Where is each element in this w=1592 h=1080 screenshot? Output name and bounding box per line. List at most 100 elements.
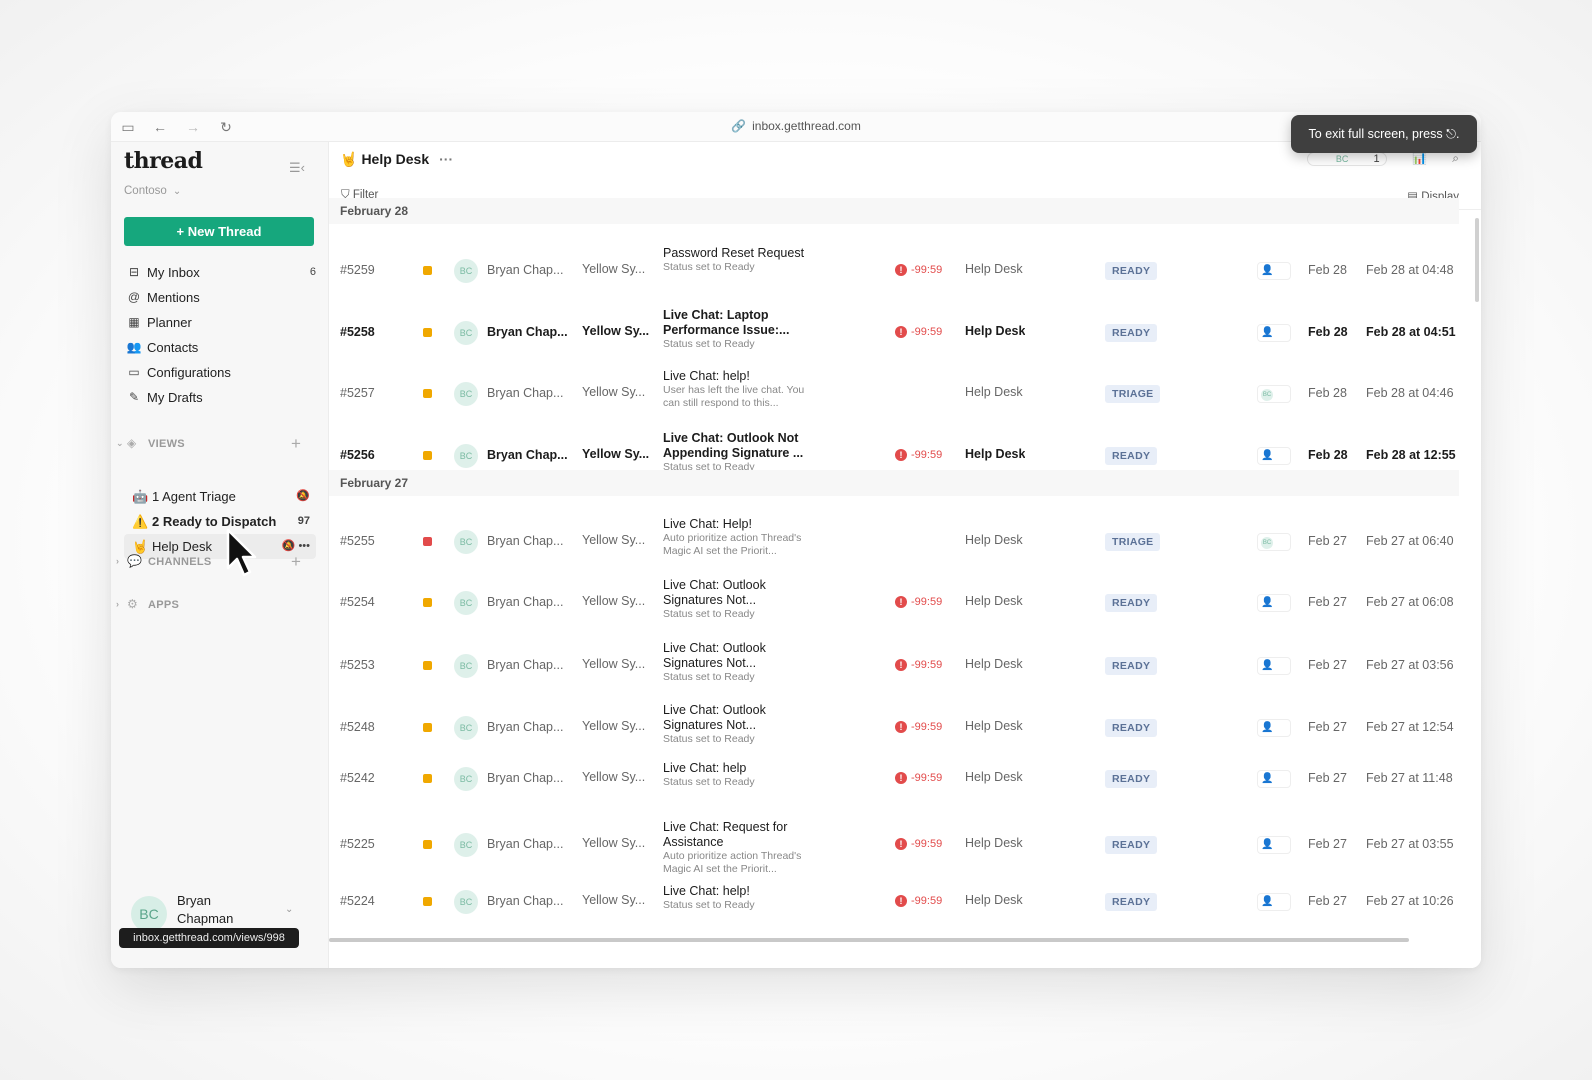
assignee-selector[interactable]: 👤 xyxy=(1257,770,1291,788)
ticket-id: #5225 xyxy=(340,837,375,851)
customer-name: Bryan Chap... xyxy=(487,720,564,734)
add-channel-icon[interactable]: + xyxy=(291,552,301,572)
muted-bell-icon[interactable]: 🔕 xyxy=(282,540,296,552)
vertical-scrollbar[interactable] xyxy=(1475,218,1479,302)
priority-icon[interactable] xyxy=(423,723,432,732)
add-view-icon[interactable]: + xyxy=(291,434,301,454)
assignee-selector[interactable]: 👤 xyxy=(1257,262,1291,280)
nav-configurations[interactable]: ▭ Configurations xyxy=(124,360,316,385)
customer-name: Bryan Chap... xyxy=(487,325,568,339)
at-icon: @ xyxy=(127,290,141,304)
table-row[interactable]: #5224 BC Bryan Chap... Yellow Sy... Live… xyxy=(329,878,1459,926)
status-badge[interactable]: READY xyxy=(1105,324,1158,342)
date-full: Feb 28 at 04:48 xyxy=(1366,263,1454,277)
priority-icon[interactable] xyxy=(423,897,432,906)
company-name: Yellow Sy... xyxy=(582,594,646,608)
assignee-selector[interactable]: 👤 xyxy=(1257,836,1291,854)
channels-section-header[interactable]: › 💬 CHANNELS + xyxy=(111,552,329,574)
table-row[interactable]: #5257 BC Bryan Chap... Yellow Sy... Live… xyxy=(329,365,1459,423)
assignee-selector[interactable]: 👤 xyxy=(1257,447,1291,465)
person-icon: 👤 xyxy=(1261,896,1274,907)
views-section-header[interactable]: ⌄ ◈ VIEWS + xyxy=(111,434,329,456)
status-badge[interactable]: READY xyxy=(1105,262,1158,280)
date-full: Feb 28 at 04:46 xyxy=(1366,386,1454,400)
avatar: BC xyxy=(454,444,478,468)
table-row[interactable]: #5248 BC Bryan Chap... Yellow Sy... Live… xyxy=(329,699,1459,757)
board-name: Help Desk xyxy=(965,262,1023,276)
priority-icon[interactable] xyxy=(423,598,432,607)
table-row[interactable]: #5258 BC Bryan Chap... Yellow Sy... Live… xyxy=(329,304,1459,362)
board-name: Help Desk xyxy=(965,719,1023,733)
priority-icon[interactable] xyxy=(423,266,432,275)
search-icon[interactable]: ⌕ xyxy=(1452,151,1459,165)
assignee-selector[interactable]: BC xyxy=(1257,385,1291,403)
customer-name: Bryan Chap... xyxy=(487,534,564,548)
priority-icon[interactable] xyxy=(423,537,432,546)
status-badge[interactable]: READY xyxy=(1105,719,1158,737)
org-switcher[interactable]: Contoso ⌄ xyxy=(124,185,181,197)
subject-title: Live Chat: Laptop Performance Issue:... xyxy=(663,308,790,337)
muted-bell-icon[interactable]: 🔕 xyxy=(296,484,310,509)
board-name: Help Desk xyxy=(965,836,1023,850)
avatar: BC xyxy=(454,654,478,678)
nav-my-inbox[interactable]: ⊟ My Inbox 6 xyxy=(124,260,316,285)
horizontal-scrollbar[interactable] xyxy=(329,938,1409,942)
table-row[interactable]: #5259 BC Bryan Chap... Yellow Sy... Pass… xyxy=(329,242,1459,300)
nav-contacts[interactable]: 👥 Contacts xyxy=(124,335,316,360)
address-bar[interactable]: 🔗 inbox.getthread.com xyxy=(111,119,1481,133)
assignee-avatar: BC xyxy=(1261,537,1273,549)
status-badge[interactable]: READY xyxy=(1105,770,1158,788)
status-badge[interactable]: TRIAGE xyxy=(1105,385,1161,403)
more-icon[interactable]: ··· xyxy=(439,151,453,167)
date-short: Feb 27 xyxy=(1308,595,1347,609)
brand-logo[interactable]: thread xyxy=(124,148,203,174)
alert-icon: ! xyxy=(895,721,907,733)
view-ready-to-dispatch[interactable]: ⚠️ 2 Ready to Dispatch 97 xyxy=(124,509,316,534)
thread-subject: Live Chat: Outlook Signatures Not... Sta… xyxy=(663,641,813,684)
priority-icon[interactable] xyxy=(423,328,432,337)
nav-planner[interactable]: ▦ Planner xyxy=(124,310,316,335)
sla-timer: ! -99:59 xyxy=(895,772,942,784)
subject-preview: Status set to Ready xyxy=(663,261,755,273)
priority-icon[interactable] xyxy=(423,451,432,460)
bar-chart-icon[interactable]: 📊 xyxy=(1412,151,1427,165)
company-name: Yellow Sy... xyxy=(582,385,646,399)
status-badge[interactable]: READY xyxy=(1105,836,1158,854)
assignee-selector[interactable]: BC xyxy=(1257,533,1291,551)
view-agent-triage[interactable]: 🤖 1 Agent Triage 🔕 xyxy=(124,484,316,509)
alert-icon: ! xyxy=(895,772,907,784)
nav-mentions[interactable]: @ Mentions xyxy=(124,285,316,310)
table-row[interactable]: #5225 BC Bryan Chap... Yellow Sy... Live… xyxy=(329,816,1459,875)
status-badge[interactable]: READY xyxy=(1105,594,1158,612)
assignee-selector[interactable]: 👤 xyxy=(1257,719,1291,737)
status-badge[interactable]: READY xyxy=(1105,657,1158,675)
priority-icon[interactable] xyxy=(423,774,432,783)
sla-timer: ! -99:59 xyxy=(895,838,942,850)
presence-avatar: BC xyxy=(1335,154,1349,164)
priority-icon[interactable] xyxy=(423,389,432,398)
assignee-selector[interactable]: 👤 xyxy=(1257,594,1291,612)
new-thread-button[interactable]: + New Thread xyxy=(124,217,314,246)
status-badge[interactable]: READY xyxy=(1105,447,1158,465)
priority-icon[interactable] xyxy=(423,661,432,670)
nav-my-drafts[interactable]: ✎ My Drafts xyxy=(124,385,316,410)
table-row[interactable]: #5254 BC Bryan Chap... Yellow Sy... Live… xyxy=(329,574,1459,632)
presence-pill[interactable]: BC 1 xyxy=(1306,152,1387,166)
assignee-selector[interactable]: 👤 xyxy=(1257,657,1291,675)
status-badge[interactable]: READY xyxy=(1105,893,1158,911)
table-row[interactable]: #5255 BC Bryan Chap... Yellow Sy... Live… xyxy=(329,513,1459,571)
customer-name: Bryan Chap... xyxy=(487,837,564,851)
priority-icon[interactable] xyxy=(423,840,432,849)
assignee-selector[interactable]: 👤 xyxy=(1257,893,1291,911)
table-row[interactable]: #5242 BC Bryan Chap... Yellow Sy... Live… xyxy=(329,755,1459,803)
table-row[interactable]: #5253 BC Bryan Chap... Yellow Sy... Live… xyxy=(329,637,1459,695)
apps-section-header[interactable]: › ⚙ APPS xyxy=(111,595,329,617)
status-badge[interactable]: TRIAGE xyxy=(1105,533,1161,551)
subject-preview: Status set to Ready xyxy=(663,899,755,911)
more-icon[interactable]: ••• xyxy=(298,540,310,552)
section-label: APPS xyxy=(148,599,180,611)
sla-value: -99:59 xyxy=(911,772,943,784)
assignee-selector[interactable]: 👤 xyxy=(1257,324,1291,342)
sla-timer: ! -99:59 xyxy=(895,895,942,907)
collapse-sidebar-icon[interactable]: ☰‹ xyxy=(289,160,305,176)
